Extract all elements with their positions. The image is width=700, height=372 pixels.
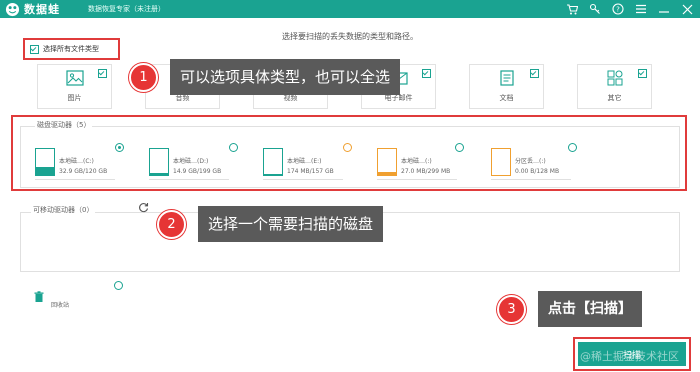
menu-icon[interactable] [634, 2, 648, 16]
refresh-icon[interactable] [138, 202, 149, 213]
removable-drives-title: 可移动驱动器（0） [31, 205, 96, 215]
filetype-image[interactable]: 图片 [37, 64, 112, 109]
document-icon [500, 70, 514, 86]
trash-icon [34, 291, 44, 302]
cart-icon[interactable] [565, 2, 579, 16]
recycle-bin-label: 回收站 [51, 302, 70, 309]
callout-number: 2 [157, 209, 186, 239]
callout-1: 1 可以选项具体类型，也可以全选 [129, 59, 401, 95]
frog-logo-icon [5, 2, 20, 16]
app-subtitle: 数据恢复专家（未注册） [88, 5, 165, 13]
callout-2: 2 选择一个需要扫描的磁盘 [157, 206, 384, 242]
callout-3: 3 点击【扫描】 [497, 291, 642, 327]
callout-number: 3 [497, 294, 526, 324]
filetype-other[interactable]: 其它 [577, 64, 652, 109]
filetype-checkbox[interactable] [422, 69, 431, 78]
minimize-icon[interactable] [657, 2, 671, 16]
recycle-bin-item[interactable]: 回收站 [34, 291, 84, 313]
title-bar: 数据蛙 数据恢复专家（未注册） ? [0, 0, 700, 18]
filetype-label: 图片 [67, 94, 82, 102]
callout-text: 选择一个需要扫描的磁盘 [198, 206, 384, 242]
filetype-label: 文档 [499, 94, 514, 102]
filetype-checkbox[interactable] [98, 69, 107, 78]
callout-text: 点击【扫描】 [538, 291, 642, 327]
close-icon[interactable] [680, 2, 694, 16]
filetype-label: 其它 [607, 94, 622, 102]
key-icon[interactable] [588, 2, 602, 16]
highlight-disk-drives [11, 115, 687, 191]
highlight-scan-button [573, 337, 691, 371]
app-logo: 数据蛙 [5, 1, 60, 17]
callout-text: 可以选项具体类型，也可以全选 [170, 59, 401, 95]
filetype-document[interactable]: 文档 [469, 64, 544, 109]
highlight-select-all [23, 38, 120, 60]
filetype-checkbox[interactable] [530, 69, 539, 78]
filetype-checkbox[interactable] [638, 69, 647, 78]
other-icon [607, 70, 623, 86]
svg-text:?: ? [616, 6, 620, 14]
recycle-bin-radio[interactable] [114, 281, 123, 290]
app-name: 数据蛙 [24, 3, 60, 16]
callout-number: 1 [129, 62, 158, 92]
help-icon[interactable]: ? [611, 2, 625, 16]
image-icon [66, 70, 84, 86]
